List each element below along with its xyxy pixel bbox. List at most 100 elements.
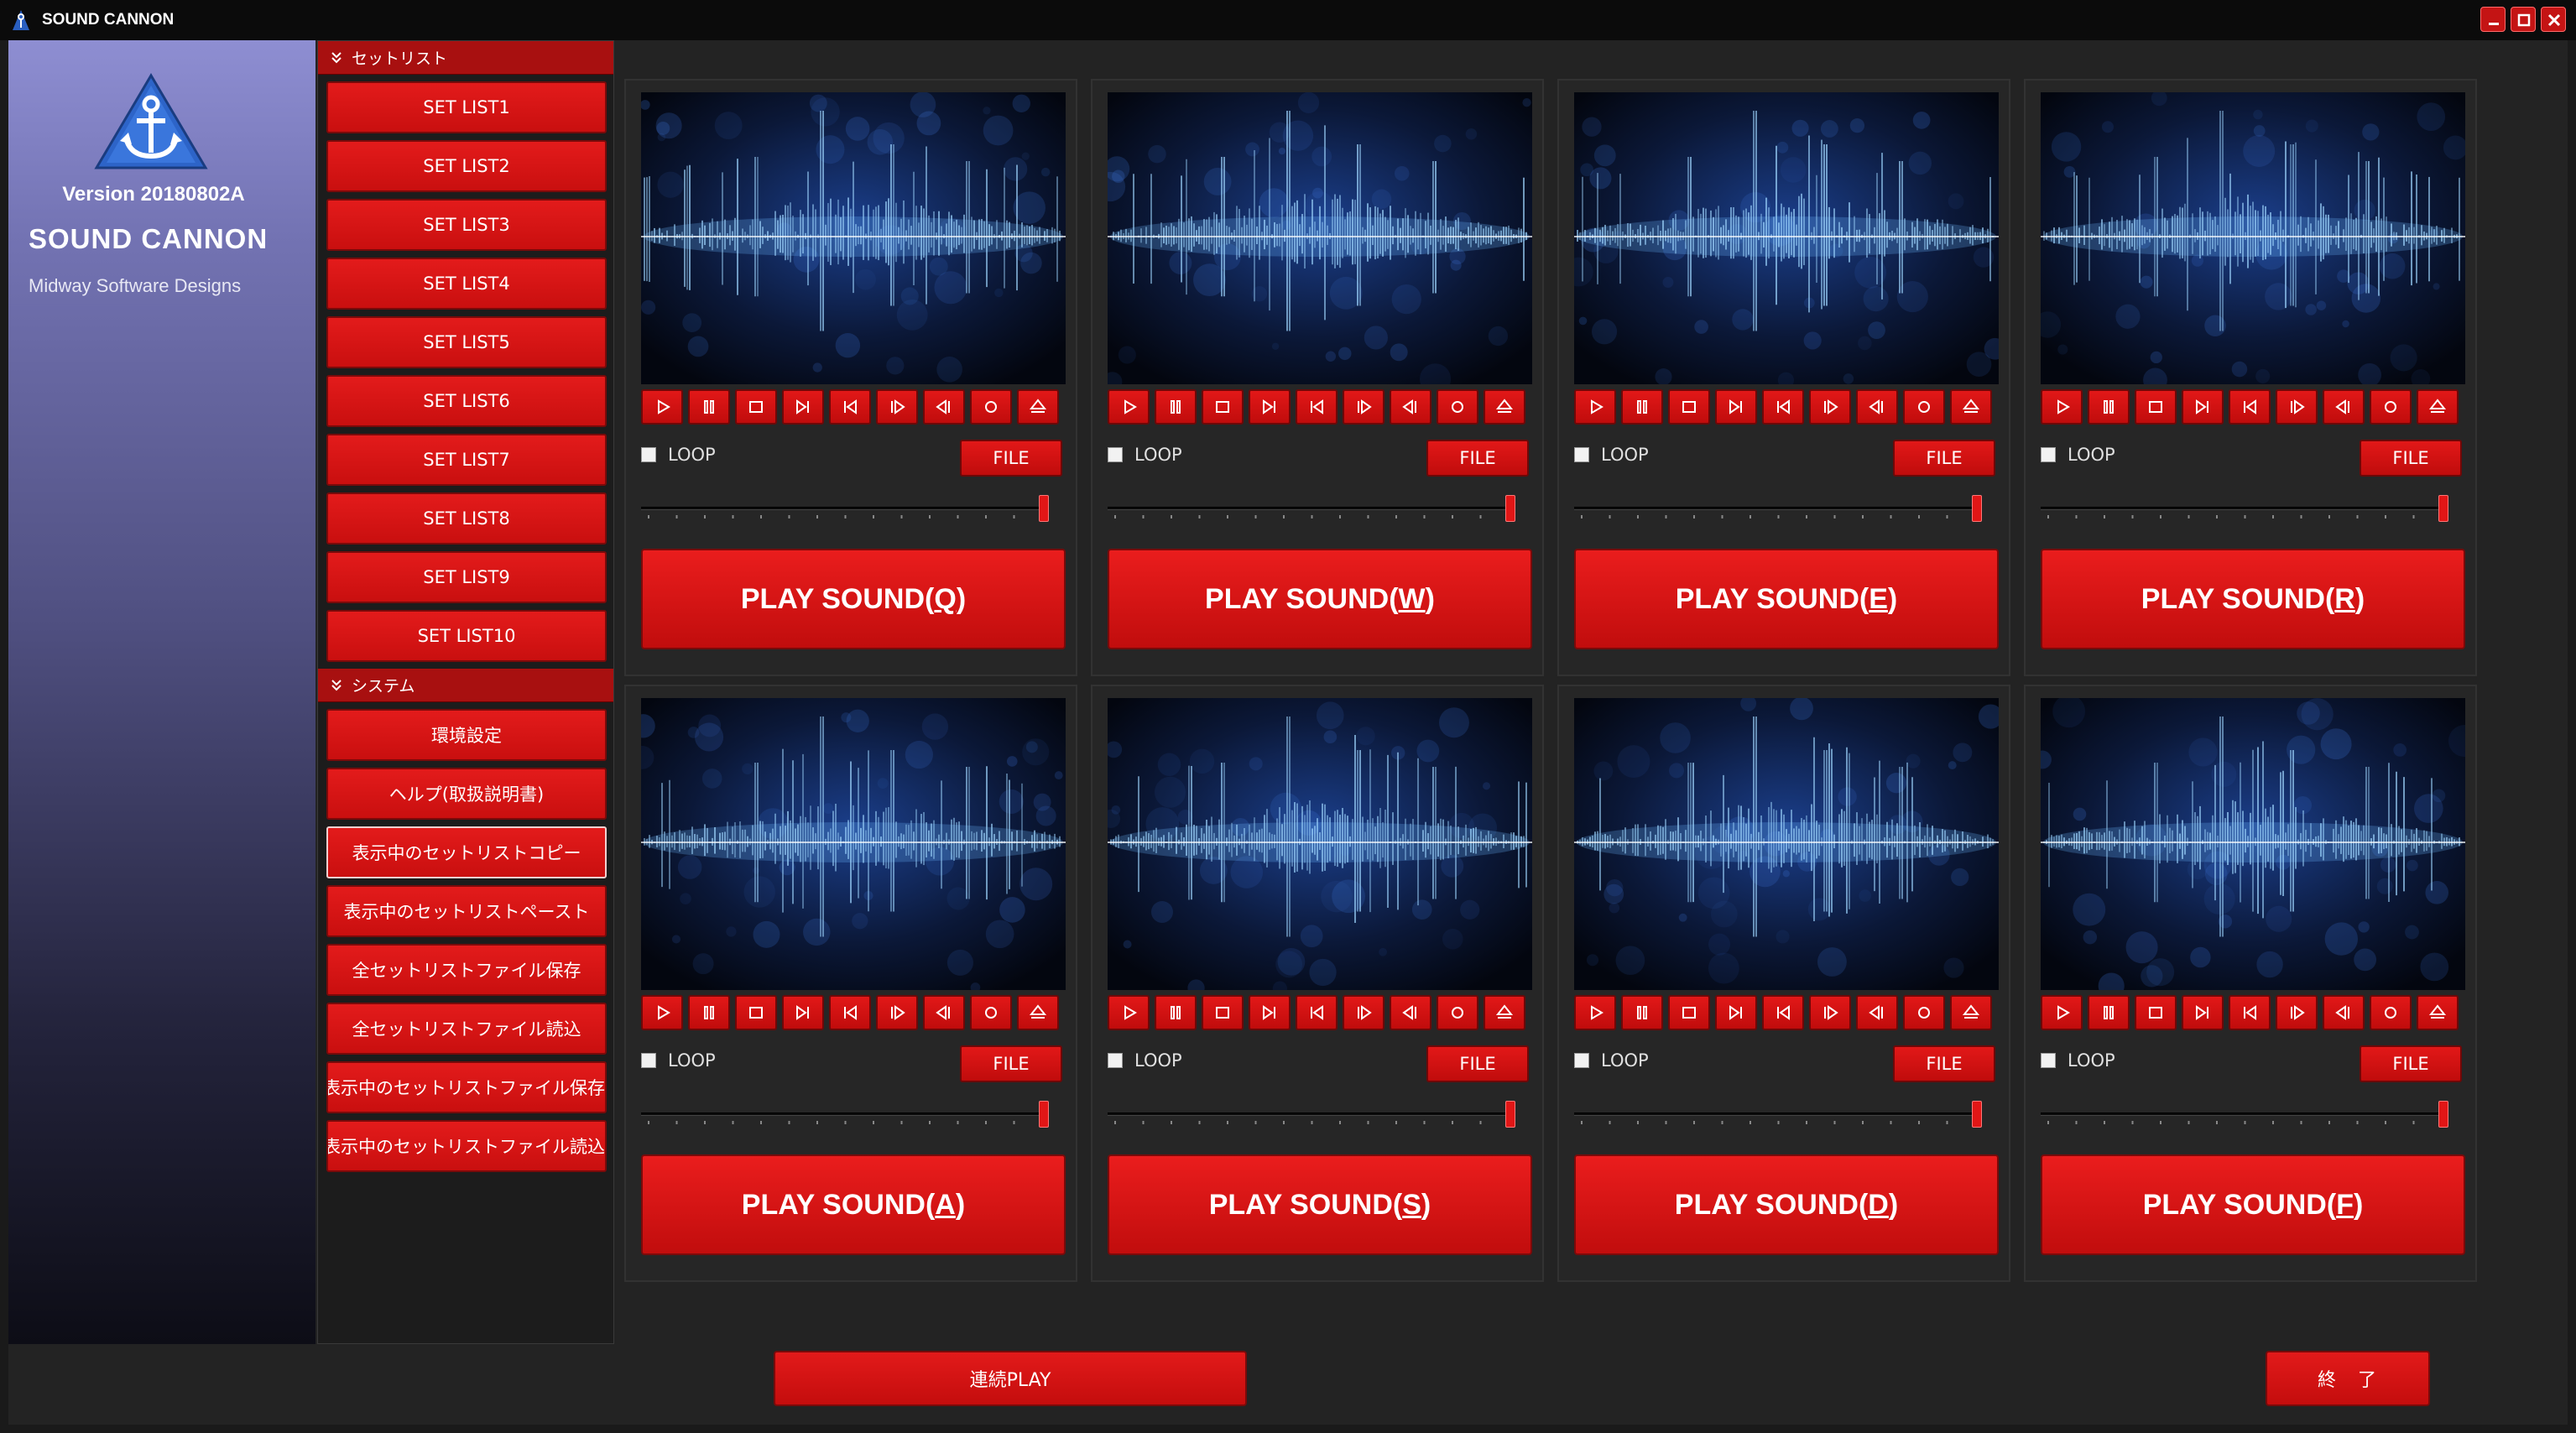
volume-slider[interactable] bbox=[2041, 495, 2465, 525]
loop-toggle[interactable]: LOOP bbox=[641, 445, 716, 465]
skip-start-button[interactable] bbox=[2229, 995, 2271, 1030]
loop-checkbox[interactable] bbox=[2041, 447, 2056, 462]
play-button[interactable] bbox=[2041, 389, 2083, 425]
setlist-section-header[interactable]: セットリスト bbox=[318, 41, 613, 75]
close-button[interactable] bbox=[2541, 7, 2566, 32]
settings-button[interactable]: 環境設定 bbox=[326, 709, 607, 761]
pause-button[interactable] bbox=[1155, 995, 1197, 1030]
setlist-button-6[interactable]: SET LIST6 bbox=[326, 375, 607, 427]
step-back-button[interactable] bbox=[923, 995, 965, 1030]
skip-start-button[interactable] bbox=[829, 389, 871, 425]
pause-button[interactable] bbox=[1621, 995, 1663, 1030]
skip-start-button[interactable] bbox=[1296, 995, 1338, 1030]
skip-start-button[interactable] bbox=[1762, 389, 1804, 425]
setlist-button-8[interactable]: SET LIST8 bbox=[326, 492, 607, 545]
skip-end-button[interactable] bbox=[782, 389, 824, 425]
load-current-setlist-button[interactable]: 表示中のセットリストファイル読込 bbox=[326, 1120, 607, 1172]
record-button[interactable] bbox=[2370, 389, 2412, 425]
file-button[interactable]: FILE bbox=[960, 440, 1062, 477]
play-sound-button-e[interactable]: PLAY SOUND(E) bbox=[1574, 549, 1999, 649]
file-button[interactable]: FILE bbox=[2360, 1045, 2462, 1082]
stop-button[interactable] bbox=[1668, 995, 1710, 1030]
loop-toggle[interactable]: LOOP bbox=[2041, 1050, 2115, 1071]
volume-slider[interactable] bbox=[1574, 1101, 1999, 1131]
eject-button[interactable] bbox=[1950, 995, 1992, 1030]
volume-thumb[interactable] bbox=[1972, 495, 1982, 522]
skip-end-button[interactable] bbox=[2182, 995, 2224, 1030]
volume-slider[interactable] bbox=[641, 1101, 1066, 1131]
step-forward-button[interactable] bbox=[876, 995, 918, 1030]
play-sound-button-d[interactable]: PLAY SOUND(D) bbox=[1574, 1154, 1999, 1255]
loop-checkbox[interactable] bbox=[1108, 447, 1123, 462]
skip-start-button[interactable] bbox=[829, 995, 871, 1030]
eject-button[interactable] bbox=[1950, 389, 1992, 425]
step-forward-button[interactable] bbox=[2276, 389, 2318, 425]
setlist-button-2[interactable]: SET LIST2 bbox=[326, 140, 607, 192]
play-button[interactable] bbox=[1574, 389, 1616, 425]
volume-slider[interactable] bbox=[1108, 495, 1532, 525]
step-back-button[interactable] bbox=[1390, 389, 1431, 425]
skip-start-button[interactable] bbox=[1762, 995, 1804, 1030]
file-button[interactable]: FILE bbox=[1426, 1045, 1529, 1082]
stop-button[interactable] bbox=[1202, 995, 1244, 1030]
loop-toggle[interactable]: LOOP bbox=[1108, 1050, 1182, 1071]
pause-button[interactable] bbox=[688, 995, 730, 1030]
eject-button[interactable] bbox=[1017, 995, 1059, 1030]
pause-button[interactable] bbox=[1621, 389, 1663, 425]
play-sound-button-w[interactable]: PLAY SOUND(W) bbox=[1108, 549, 1532, 649]
loop-toggle[interactable]: LOOP bbox=[1574, 445, 1649, 465]
file-button[interactable]: FILE bbox=[1893, 440, 1995, 477]
setlist-button-7[interactable]: SET LIST7 bbox=[326, 434, 607, 486]
stop-button[interactable] bbox=[735, 995, 777, 1030]
volume-slider[interactable] bbox=[1574, 495, 1999, 525]
stop-button[interactable] bbox=[2135, 995, 2177, 1030]
stop-button[interactable] bbox=[2135, 389, 2177, 425]
setlist-button-9[interactable]: SET LIST9 bbox=[326, 551, 607, 603]
continuous-play-button[interactable]: 連続PLAY bbox=[774, 1351, 1247, 1406]
skip-start-button[interactable] bbox=[2229, 389, 2271, 425]
volume-thumb[interactable] bbox=[1505, 495, 1515, 522]
step-forward-button[interactable] bbox=[1809, 995, 1851, 1030]
pause-button[interactable] bbox=[688, 389, 730, 425]
eject-button[interactable] bbox=[2417, 389, 2459, 425]
setlist-button-3[interactable]: SET LIST3 bbox=[326, 199, 607, 251]
copy-setlist-button[interactable]: 表示中のセットリストコピー bbox=[326, 826, 607, 878]
loop-toggle[interactable]: LOOP bbox=[1108, 445, 1182, 465]
setlist-button-4[interactable]: SET LIST4 bbox=[326, 258, 607, 310]
eject-button[interactable] bbox=[2417, 995, 2459, 1030]
step-back-button[interactable] bbox=[923, 389, 965, 425]
quit-button[interactable]: 終 了 bbox=[2266, 1351, 2430, 1406]
record-button[interactable] bbox=[1903, 389, 1945, 425]
setlist-button-10[interactable]: SET LIST10 bbox=[326, 610, 607, 662]
file-button[interactable]: FILE bbox=[960, 1045, 1062, 1082]
volume-thumb[interactable] bbox=[1039, 1101, 1049, 1128]
loop-checkbox[interactable] bbox=[1574, 1053, 1589, 1068]
skip-start-button[interactable] bbox=[1296, 389, 1338, 425]
play-sound-button-q[interactable]: PLAY SOUND(Q) bbox=[641, 549, 1066, 649]
file-button[interactable]: FILE bbox=[2360, 440, 2462, 477]
step-back-button[interactable] bbox=[1390, 995, 1431, 1030]
volume-slider[interactable] bbox=[1108, 1101, 1532, 1131]
eject-button[interactable] bbox=[1484, 995, 1525, 1030]
volume-thumb[interactable] bbox=[2438, 1101, 2448, 1128]
save-current-setlist-button[interactable]: 表示中のセットリストファイル保存 bbox=[326, 1061, 607, 1113]
maximize-button[interactable] bbox=[2511, 7, 2536, 32]
record-button[interactable] bbox=[2370, 995, 2412, 1030]
play-button[interactable] bbox=[1108, 995, 1150, 1030]
paste-setlist-button[interactable]: 表示中のセットリストペースト bbox=[326, 885, 607, 937]
stop-button[interactable] bbox=[735, 389, 777, 425]
record-button[interactable] bbox=[970, 389, 1012, 425]
minimize-button[interactable] bbox=[2480, 7, 2506, 32]
loop-toggle[interactable]: LOOP bbox=[2041, 445, 2115, 465]
file-button[interactable]: FILE bbox=[1893, 1045, 1995, 1082]
loop-checkbox[interactable] bbox=[1108, 1053, 1123, 1068]
record-button[interactable] bbox=[970, 995, 1012, 1030]
save-all-setlists-button[interactable]: 全セットリストファイル保存 bbox=[326, 944, 607, 996]
step-back-button[interactable] bbox=[1856, 995, 1898, 1030]
loop-checkbox[interactable] bbox=[1574, 447, 1589, 462]
system-section-header[interactable]: システム bbox=[318, 669, 613, 702]
stop-button[interactable] bbox=[1668, 389, 1710, 425]
file-button[interactable]: FILE bbox=[1426, 440, 1529, 477]
eject-button[interactable] bbox=[1484, 389, 1525, 425]
load-all-setlists-button[interactable]: 全セットリストファイル読込 bbox=[326, 1003, 607, 1055]
